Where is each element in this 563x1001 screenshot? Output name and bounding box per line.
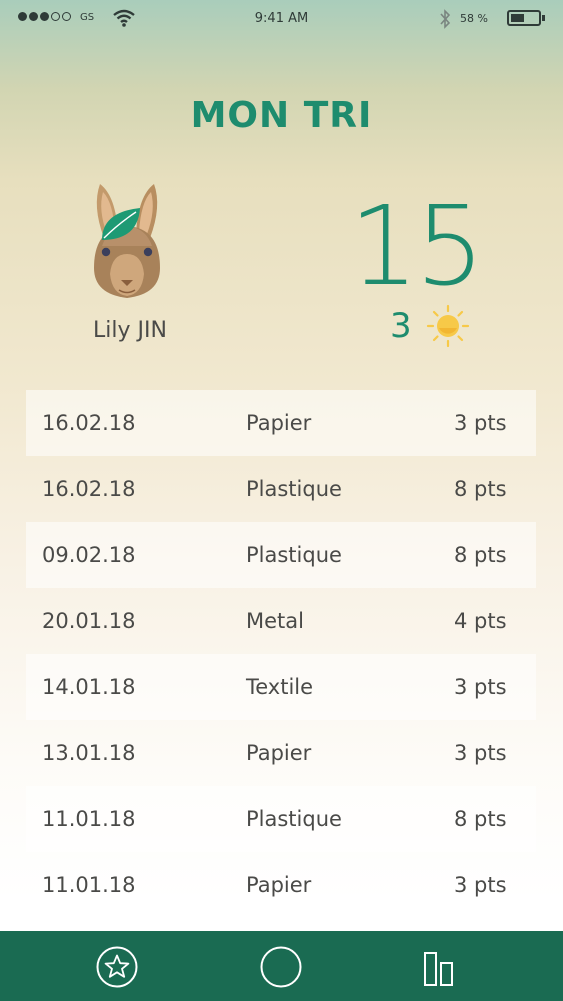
entry-date: 13.01.18 xyxy=(42,741,136,765)
entry-date: 16.02.18 xyxy=(42,477,136,501)
list-item[interactable]: 14.01.18 Textile 3 pts xyxy=(26,654,536,720)
battery-level-fill xyxy=(511,14,524,22)
entry-points: 8 pts xyxy=(454,543,507,567)
list-item[interactable]: 16.02.18 Papier 3 pts xyxy=(26,390,536,456)
history-list: 16.02.18 Papier 3 pts 16.02.18 Plastique… xyxy=(26,390,536,918)
entry-points: 3 pts xyxy=(454,675,507,699)
bar-chart-icon[interactable] xyxy=(417,945,461,989)
entry-points: 3 pts xyxy=(454,411,507,435)
battery-cap xyxy=(542,15,545,21)
bottom-nav xyxy=(0,931,563,1001)
entry-material: Plastique xyxy=(246,543,342,567)
list-item[interactable]: 11.01.18 Plastique 8 pts xyxy=(26,786,536,852)
user-name: Lily JIN xyxy=(93,318,167,343)
list-item[interactable]: 11.01.18 Papier 3 pts xyxy=(26,852,536,918)
entry-points: 3 pts xyxy=(454,873,507,897)
battery-icon xyxy=(507,10,541,26)
entry-material: Metal xyxy=(246,609,304,633)
star-circle-icon[interactable] xyxy=(95,945,139,989)
list-item[interactable]: 20.01.18 Metal 4 pts xyxy=(26,588,536,654)
entry-date: 11.01.18 xyxy=(42,807,136,831)
entry-date: 16.02.18 xyxy=(42,411,136,435)
entry-material: Papier xyxy=(246,873,312,897)
list-item[interactable]: 13.01.18 Papier 3 pts xyxy=(26,720,536,786)
entry-material: Plastique xyxy=(246,807,342,831)
entry-date: 20.01.18 xyxy=(42,609,136,633)
entry-material: Textile xyxy=(246,675,314,699)
entry-date: 14.01.18 xyxy=(42,675,136,699)
entry-material: Plastique xyxy=(246,477,342,501)
battery-percent: 58 % xyxy=(460,12,488,25)
rabbit-with-leaf-icon xyxy=(94,184,160,298)
list-item[interactable]: 16.02.18 Plastique 8 pts xyxy=(26,456,536,522)
sun-count: 3 xyxy=(390,306,412,346)
entry-date: 09.02.18 xyxy=(42,543,136,567)
sun-icon xyxy=(426,304,470,348)
entry-points: 8 pts xyxy=(454,477,507,501)
app-screen: GS 9:41 AM 58 % MON TRI Lily JIN 15 3 16… xyxy=(0,0,563,1001)
entry-material: Papier xyxy=(246,741,312,765)
entry-points: 8 pts xyxy=(454,807,507,831)
status-bar: GS 9:41 AM 58 % xyxy=(0,0,563,38)
entry-points: 4 pts xyxy=(454,609,507,633)
score-points: 15 xyxy=(349,182,485,310)
bluetooth-icon xyxy=(440,9,451,29)
entry-date: 11.01.18 xyxy=(42,873,136,897)
circle-icon[interactable] xyxy=(259,945,303,989)
page-title: MON TRI xyxy=(190,95,373,136)
entry-material: Papier xyxy=(246,411,312,435)
entry-points: 3 pts xyxy=(454,741,507,765)
list-item[interactable]: 09.02.18 Plastique 8 pts xyxy=(26,522,536,588)
